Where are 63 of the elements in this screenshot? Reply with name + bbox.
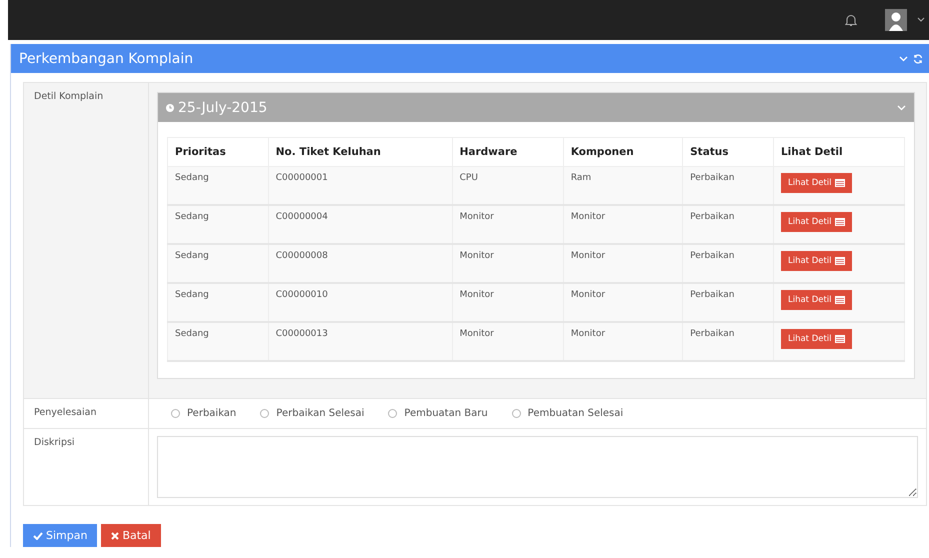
- table-cell: Monitor: [452, 205, 564, 244]
- table-cell: Monitor: [563, 205, 683, 244]
- table-cell: Monitor: [452, 244, 564, 283]
- field-label: Detil Komplain: [34, 91, 104, 102]
- column-header: Komponen: [563, 138, 683, 166]
- table-cell: C00000004: [268, 205, 452, 244]
- date-header[interactable]: 25-July-2015: [158, 93, 914, 122]
- refresh-icon[interactable]: [913, 54, 923, 64]
- caret-icon[interactable]: [917, 17, 925, 23]
- description-field[interactable]: [157, 436, 918, 498]
- check-icon: [33, 532, 43, 540]
- table-cell: Perbaikan: [682, 283, 774, 322]
- table-cell: Monitor: [563, 322, 683, 361]
- table-cell: Ram: [563, 166, 683, 205]
- table-cell: Monitor: [563, 244, 683, 283]
- table-cell: C00000010: [268, 283, 452, 322]
- field-label: Diskripsi: [34, 437, 75, 448]
- radio-option[interactable]: Perbaikan: [171, 408, 236, 419]
- list-icon: [834, 335, 845, 343]
- table-cell: Sedang: [168, 205, 268, 244]
- table-cell: Sedang: [168, 244, 268, 283]
- view-detail-button[interactable]: Lihat Detil: [780, 173, 852, 193]
- column-header: Status: [682, 138, 774, 166]
- view-detail-button[interactable]: Lihat Detil: [780, 251, 852, 271]
- list-icon: [834, 218, 845, 226]
- table-cell: Perbaikan: [682, 244, 774, 283]
- field-label: Penyelesaian: [34, 407, 96, 418]
- cancel-button[interactable]: Batal: [101, 524, 161, 547]
- panel-title: Perkembangan Komplain: [19, 50, 194, 66]
- list-icon: [834, 296, 845, 304]
- radio-option[interactable]: Pembuatan Selesai: [512, 408, 624, 419]
- table-cell: Sedang: [168, 283, 268, 322]
- table-cell: Monitor: [563, 283, 683, 322]
- table-cell: Perbaikan: [682, 166, 774, 205]
- save-button[interactable]: Simpan: [23, 524, 98, 547]
- table-cell: Monitor: [452, 283, 564, 322]
- clock-icon: [166, 104, 174, 112]
- radio-option[interactable]: Perbaikan Selesai: [260, 408, 364, 419]
- view-detail-button[interactable]: Lihat Detil: [780, 290, 852, 310]
- table-cell: C00000013: [268, 322, 452, 361]
- table-cell: Sedang: [168, 166, 268, 205]
- table-cell: Sedang: [168, 322, 268, 361]
- table-cell: C00000008: [268, 244, 452, 283]
- close-icon: [111, 532, 120, 540]
- date-title: 25-July-2015: [178, 100, 268, 116]
- bell-icon[interactable]: [845, 14, 857, 26]
- table-cell: CPU: [452, 166, 564, 205]
- list-icon: [834, 257, 845, 265]
- chevron-down-icon[interactable]: [897, 104, 906, 110]
- column-header: No. Tiket Keluhan: [268, 138, 452, 166]
- column-header: Hardware: [452, 138, 564, 166]
- radio-option[interactable]: Pembuatan Baru: [388, 408, 488, 419]
- list-icon: [834, 179, 845, 187]
- view-detail-button[interactable]: Lihat Detil: [780, 329, 852, 349]
- column-header: Prioritas: [168, 138, 268, 166]
- column-header: Lihat Detil: [773, 138, 904, 166]
- chevron-down-icon[interactable]: [899, 56, 908, 62]
- table-cell: Perbaikan: [682, 205, 774, 244]
- table-cell: Perbaikan: [682, 322, 774, 361]
- table-cell: C00000001: [268, 166, 452, 205]
- view-detail-button[interactable]: Lihat Detil: [780, 212, 852, 232]
- avatar-icon[interactable]: [885, 9, 907, 31]
- table-cell: Monitor: [452, 322, 564, 361]
